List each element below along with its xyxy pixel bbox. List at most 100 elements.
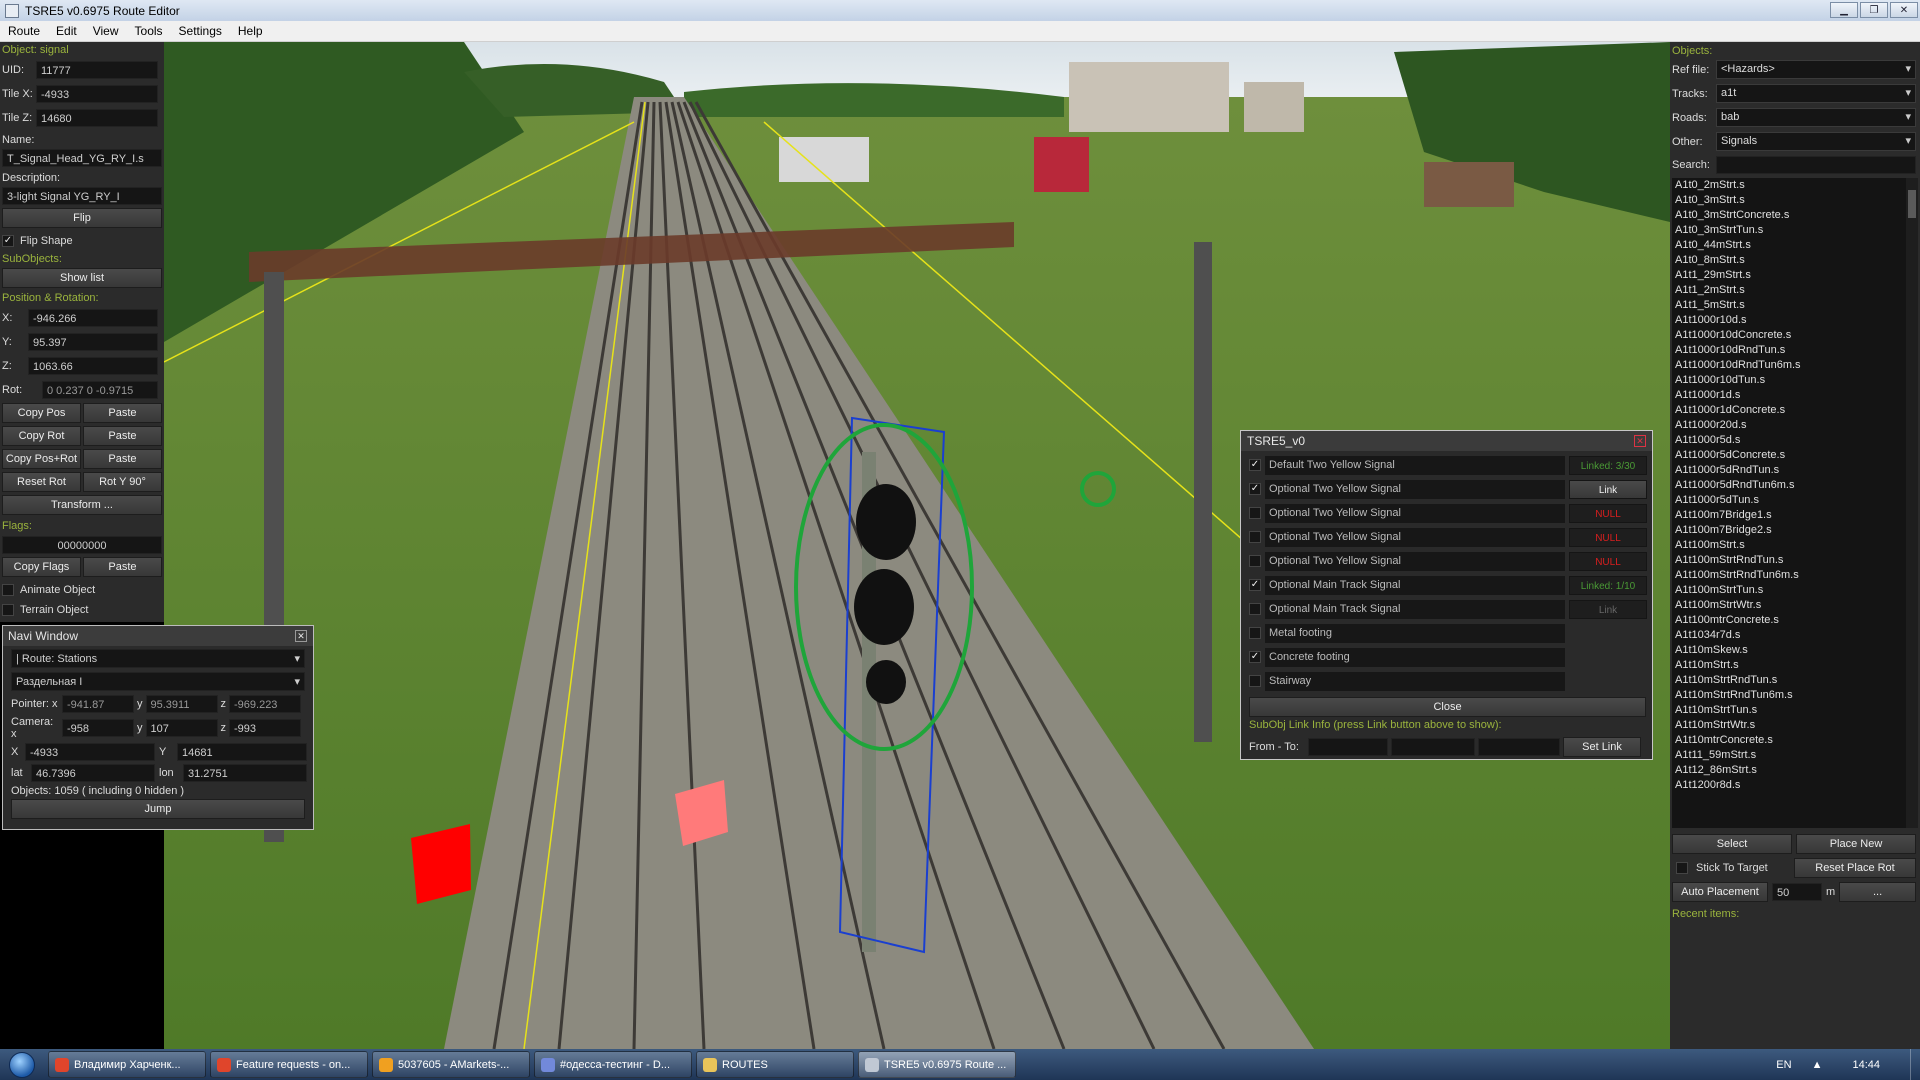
taskbar-button[interactable]: TSRE5 v0.6975 Route ...: [858, 1051, 1016, 1078]
link-extra-field[interactable]: [1478, 738, 1560, 756]
tracks-select[interactable]: a1t: [1716, 84, 1916, 103]
lat-field[interactable]: 46.7396: [31, 764, 155, 782]
object-list-scrollbar[interactable]: [1906, 178, 1918, 828]
list-item[interactable]: A1t1000r1d.s: [1672, 388, 1906, 403]
list-item[interactable]: A1t10mStrtRndTun.s: [1672, 673, 1906, 688]
subobject-checkbox[interactable]: ✓: [1249, 459, 1261, 471]
list-item[interactable]: A1t12_86mStrt.s: [1672, 763, 1906, 778]
list-item[interactable]: A1t100mtrConcrete.s: [1672, 613, 1906, 628]
list-item[interactable]: A1t100mStrtTun.s: [1672, 583, 1906, 598]
y-field[interactable]: 95.397: [28, 332, 158, 351]
auto-placement-button[interactable]: Auto Placement: [1672, 882, 1768, 902]
show-desktop-button[interactable]: [1910, 1049, 1920, 1080]
list-item[interactable]: A1t1034r7d.s: [1672, 628, 1906, 643]
taskbar-button[interactable]: #одесса-тестинг - D...: [534, 1051, 692, 1078]
flags-field[interactable]: 00000000: [2, 536, 162, 554]
uid-field[interactable]: 11777: [36, 60, 158, 79]
camera-y-field[interactable]: 107: [145, 719, 218, 737]
list-item[interactable]: A1t1000r5dRndTun.s: [1672, 463, 1906, 478]
list-item[interactable]: A1t100mStrt.s: [1672, 538, 1906, 553]
tile-y-field[interactable]: 14681: [177, 743, 307, 761]
menu-edit[interactable]: Edit: [48, 24, 85, 38]
search-input[interactable]: [1716, 156, 1916, 174]
tilez-field[interactable]: 14680: [36, 108, 158, 127]
list-item[interactable]: A1t10mStrtTun.s: [1672, 703, 1906, 718]
list-item[interactable]: A1t100mStrtRndTun.s: [1672, 553, 1906, 568]
lon-field[interactable]: 31.2751: [183, 764, 307, 782]
dialog-close-button[interactable]: Close: [1249, 697, 1646, 717]
flip-shape-checkbox[interactable]: ✓: [2, 234, 14, 247]
copy-pos-button[interactable]: Copy Pos: [2, 403, 81, 423]
pointer-x-field[interactable]: -941.87: [62, 695, 134, 713]
list-item[interactable]: A1t1200r8d.s: [1672, 778, 1906, 793]
other-select[interactable]: Signals: [1716, 132, 1916, 151]
description-field[interactable]: 3-light Signal YG_RY_I: [2, 187, 162, 205]
list-item[interactable]: A1t1_5mStrt.s: [1672, 298, 1906, 313]
animate-object-checkbox[interactable]: [2, 583, 14, 596]
list-item[interactable]: A1t100mStrtWtr.s: [1672, 598, 1906, 613]
subobject-link-button[interactable]: NULL: [1569, 528, 1647, 547]
roads-select[interactable]: bab: [1716, 108, 1916, 127]
paste-flags-button[interactable]: Paste: [83, 557, 162, 577]
flip-button[interactable]: Flip: [2, 208, 162, 228]
pointer-y-field[interactable]: 95.3911: [145, 695, 218, 713]
place-new-button[interactable]: Place New: [1796, 834, 1916, 854]
subobject-checkbox[interactable]: [1249, 603, 1261, 615]
menu-help[interactable]: Help: [230, 24, 271, 38]
subobject-link-button[interactable]: Linked: 1/10: [1569, 576, 1647, 595]
list-item[interactable]: A1t100m7Bridge2.s: [1672, 523, 1906, 538]
maximize-button[interactable]: ❐: [1860, 2, 1888, 18]
clock[interactable]: 14:44: [1852, 1059, 1880, 1071]
subobject-link-button[interactable]: Link: [1569, 600, 1647, 619]
list-item[interactable]: A1t10mtrConcrete.s: [1672, 733, 1906, 748]
subobject-checkbox[interactable]: [1249, 627, 1261, 639]
tray-expand-icon[interactable]: ▲: [1812, 1059, 1823, 1071]
route-select[interactable]: | Route: Stations ▾: [11, 649, 305, 668]
menu-tools[interactable]: Tools: [127, 24, 171, 38]
object-list[interactable]: A1t0_2mStrt.s A1t0_3mStrt.s A1t0_3mStrtCon…: [1672, 178, 1906, 828]
menu-settings[interactable]: Settings: [171, 24, 230, 38]
scrollbar-thumb[interactable]: [1908, 190, 1916, 218]
taskbar-button[interactable]: ROUTES: [696, 1051, 854, 1078]
close-button[interactable]: ✕: [1890, 2, 1918, 18]
ref-file-select[interactable]: <Hazards>: [1716, 60, 1916, 79]
camera-z-field[interactable]: -993: [229, 719, 301, 737]
list-item[interactable]: A1t0_8mStrt.s: [1672, 253, 1906, 268]
more-button[interactable]: ...: [1839, 882, 1916, 902]
copy-rot-button[interactable]: Copy Rot: [2, 426, 81, 446]
reset-rot-button[interactable]: Reset Rot: [2, 472, 81, 492]
copy-posrot-button[interactable]: Copy Pos+Rot: [2, 449, 81, 469]
navi-window-header[interactable]: Navi Window ✕: [3, 626, 313, 646]
taskbar-button[interactable]: Feature requests - on...: [210, 1051, 368, 1078]
list-item[interactable]: A1t1000r20d.s: [1672, 418, 1906, 433]
paste-pos-button[interactable]: Paste: [83, 403, 162, 423]
subobject-checkbox[interactable]: ✓: [1249, 483, 1261, 495]
stick-to-target-checkbox[interactable]: [1676, 862, 1688, 874]
camera-x-field[interactable]: -958: [62, 719, 134, 737]
menu-view[interactable]: View: [85, 24, 127, 38]
terrain-object-checkbox[interactable]: [2, 603, 14, 616]
list-item[interactable]: A1t0_44mStrt.s: [1672, 238, 1906, 253]
pointer-z-field[interactable]: -969.223: [229, 695, 301, 713]
list-item[interactable]: A1t1_2mStrt.s: [1672, 283, 1906, 298]
start-button[interactable]: [0, 1049, 44, 1080]
subobject-checkbox[interactable]: [1249, 555, 1261, 567]
taskbar-button[interactable]: 5037605 - AMarkets-...: [372, 1051, 530, 1078]
list-item[interactable]: A1t0_3mStrtConcrete.s: [1672, 208, 1906, 223]
tile-x-field[interactable]: -4933: [25, 743, 155, 761]
list-item[interactable]: A1t100mStrtRndTun6m.s: [1672, 568, 1906, 583]
dialog-header[interactable]: TSRE5_v0 ✕: [1241, 431, 1652, 451]
subobject-link-button[interactable]: Linked: 3/30: [1569, 456, 1647, 475]
copy-flags-button[interactable]: Copy Flags: [2, 557, 81, 577]
link-from-field[interactable]: [1308, 738, 1388, 756]
list-item[interactable]: A1t0_2mStrt.s: [1672, 178, 1906, 193]
dialog-close-icon[interactable]: ✕: [1634, 435, 1646, 447]
list-item[interactable]: A1t1000r10dRndTun.s: [1672, 343, 1906, 358]
list-item[interactable]: A1t1000r10dConcrete.s: [1672, 328, 1906, 343]
rot-field[interactable]: 0 0.237 0 -0.9715: [42, 380, 158, 399]
list-item[interactable]: A1t1000r10d.s: [1672, 313, 1906, 328]
subobject-link-button[interactable]: NULL: [1569, 552, 1647, 571]
list-item[interactable]: A1t10mStrtRndTun6m.s: [1672, 688, 1906, 703]
show-list-button[interactable]: Show list: [2, 268, 162, 288]
link-to-field[interactable]: [1391, 738, 1475, 756]
